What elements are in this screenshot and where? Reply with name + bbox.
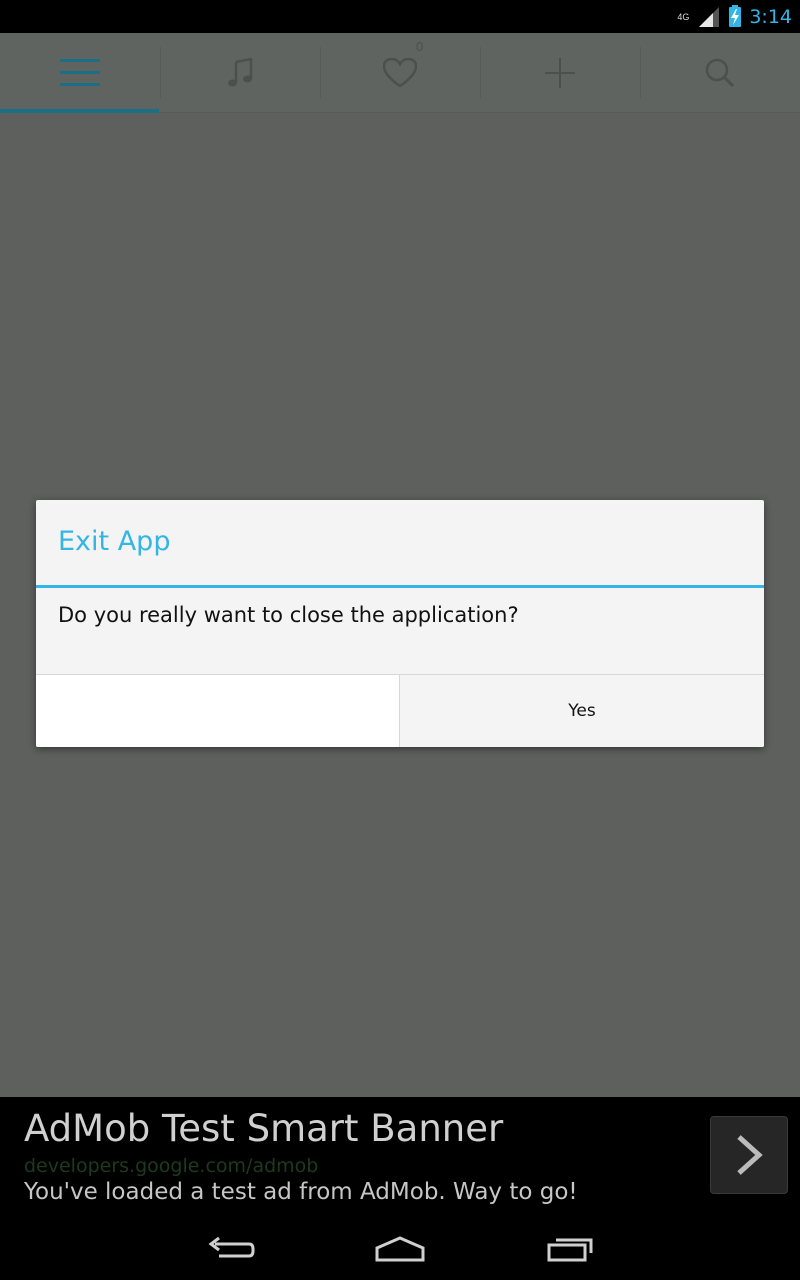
navigation-bar	[0, 1217, 800, 1280]
signal-icon: 4G	[677, 6, 720, 27]
music-note-icon	[228, 58, 253, 87]
network-type-label: 4G	[677, 11, 690, 22]
favorites-count-badge: 0	[416, 39, 424, 54]
status-bar: 4G 3:14	[0, 0, 800, 33]
ad-open-button[interactable]	[710, 1116, 788, 1194]
recent-apps-icon	[547, 1238, 593, 1262]
ad-url[interactable]: developers.google.com/admob	[24, 1155, 318, 1177]
tab-add[interactable]	[480, 33, 640, 113]
dialog-title: Exit App	[58, 526, 171, 557]
recent-apps-button[interactable]	[536, 1229, 606, 1269]
tab-bar: 0	[0, 33, 800, 113]
back-icon	[208, 1236, 255, 1258]
exit-dialog: Exit App Do you really want to close the…	[36, 500, 764, 747]
tab-favorites[interactable]: 0	[320, 33, 480, 113]
tab-search[interactable]	[640, 33, 800, 113]
tab-menu[interactable]	[0, 33, 160, 113]
chevron-right-icon	[737, 1135, 763, 1175]
dialog-divider	[36, 585, 764, 588]
battery-charging-icon	[729, 4, 742, 27]
yes-button[interactable]: Yes	[400, 675, 764, 747]
plus-icon	[545, 58, 575, 88]
search-icon	[705, 58, 735, 88]
status-icons: 4G 3:14	[677, 0, 792, 33]
home-button[interactable]	[365, 1229, 435, 1269]
status-clock: 3:14	[749, 5, 792, 28]
ad-title: AdMob Test Smart Banner	[24, 1107, 504, 1150]
dialog-button-bar: Yes	[36, 674, 764, 747]
tab-music[interactable]	[160, 33, 320, 113]
menu-icon	[60, 59, 100, 86]
home-icon	[375, 1236, 425, 1262]
back-button[interactable]	[195, 1229, 265, 1269]
negative-button[interactable]	[36, 675, 400, 747]
ad-banner[interactable]: AdMob Test Smart Banner developers.googl…	[0, 1097, 800, 1217]
dialog-message: Do you really want to close the applicat…	[58, 603, 519, 627]
heart-icon	[383, 58, 417, 88]
ad-description: You've loaded a test ad from AdMob. Way …	[24, 1179, 578, 1205]
